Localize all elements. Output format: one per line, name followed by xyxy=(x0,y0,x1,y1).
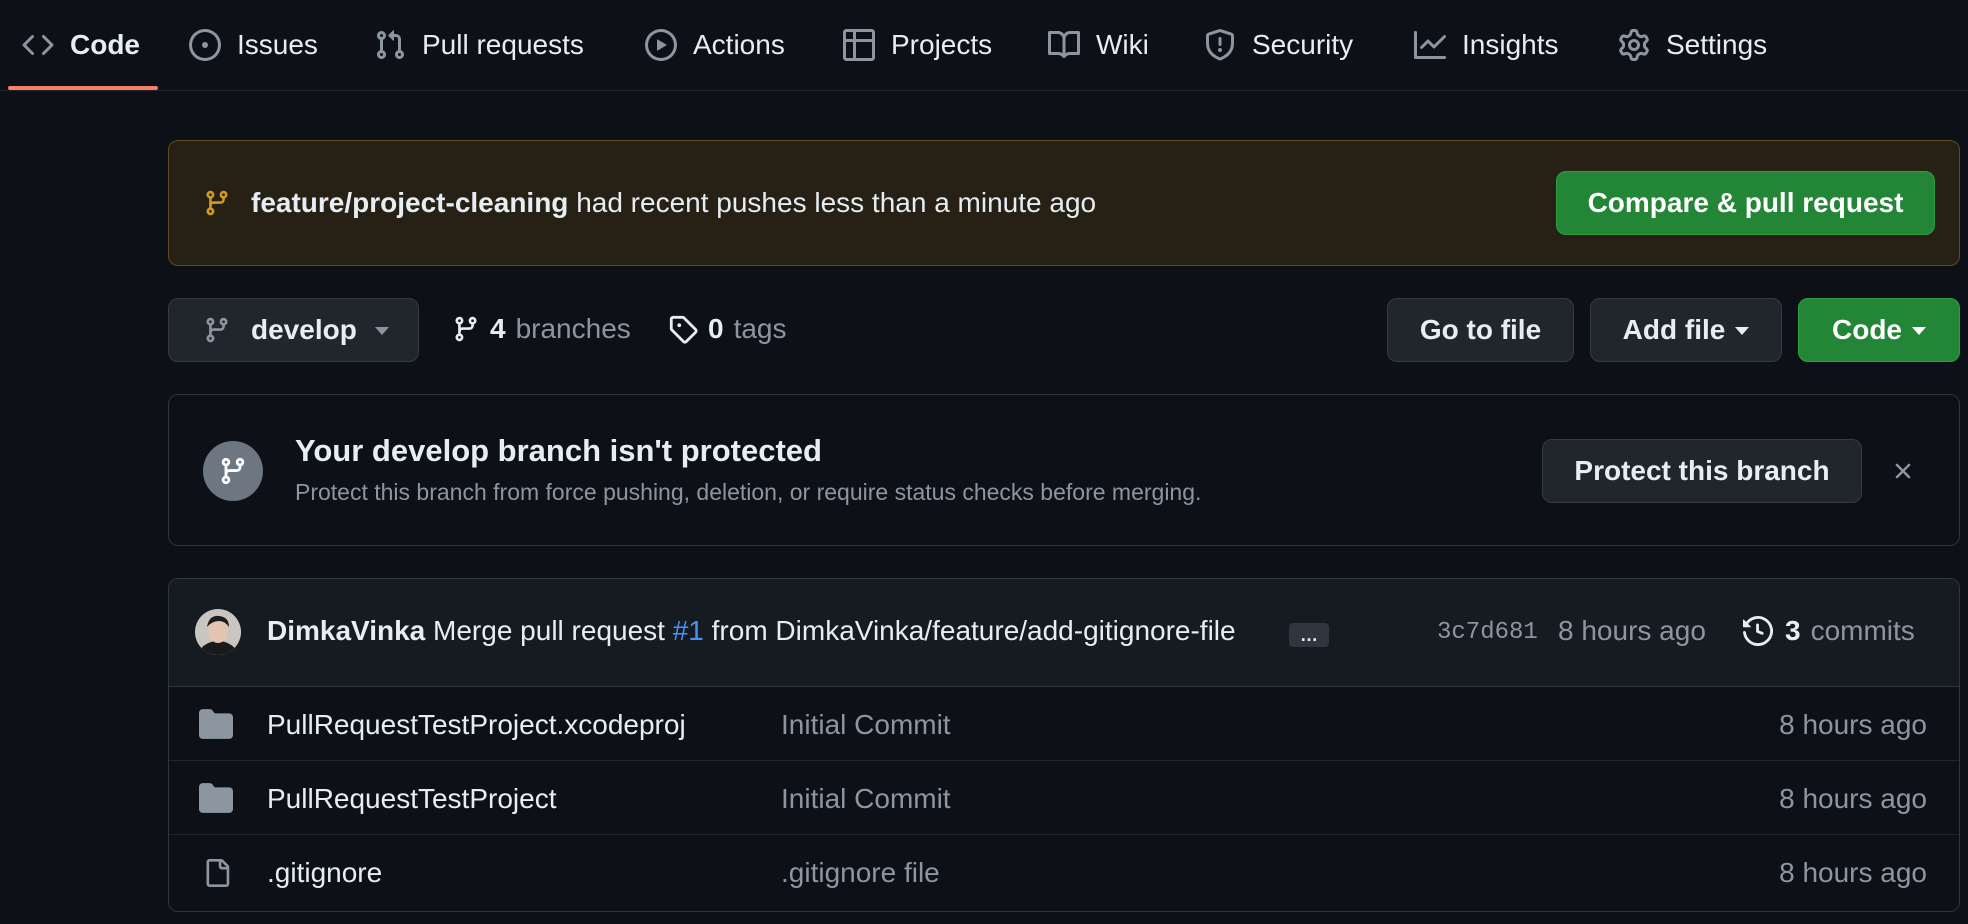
tab-insights[interactable]: Insights xyxy=(1414,0,1559,89)
git-pull-request-icon xyxy=(374,29,406,61)
add-file-button[interactable]: Add file xyxy=(1590,298,1782,362)
branch-count: 4 xyxy=(490,313,506,344)
go-to-file-button[interactable]: Go to file xyxy=(1387,298,1574,362)
commit-author[interactable]: DimkaVinka xyxy=(267,615,425,646)
recent-push-message: feature/project-cleaning had recent push… xyxy=(251,185,1096,221)
chevron-down-icon xyxy=(374,327,389,335)
latest-commit-message: DimkaVinka Merge pull request #1 from Di… xyxy=(267,613,1236,649)
tab-label: Issues xyxy=(237,28,318,60)
current-branch-name: develop xyxy=(251,314,357,345)
code-dropdown-button[interactable]: Code xyxy=(1798,298,1960,362)
protection-title: Your develop branch isn't protected xyxy=(295,433,822,468)
tab-label: Projects xyxy=(891,28,993,60)
file-commit-message[interactable]: .gitignore file xyxy=(781,855,940,891)
ellipsis-label: … xyxy=(1300,625,1318,645)
compare-pull-request-label: Compare & pull request xyxy=(1587,187,1904,218)
go-to-file-label: Go to file xyxy=(1419,314,1542,345)
issue-opened-icon xyxy=(189,28,221,61)
selected-tab-underline xyxy=(8,86,158,90)
commit-time: 8 hours ago xyxy=(1558,615,1706,646)
add-file-label: Add file xyxy=(1622,314,1726,345)
branch-protection-notice: Your develop branch isn't protected Prot… xyxy=(168,394,1960,546)
file-age: 8 hours ago xyxy=(1779,709,1927,740)
file-name[interactable]: PullRequestTestProject.xcodeproj xyxy=(267,707,686,743)
git-branch-icon xyxy=(452,315,480,343)
close-icon[interactable] xyxy=(1890,458,1916,484)
tab-actions[interactable]: Actions xyxy=(645,0,785,89)
gear-icon xyxy=(1618,28,1650,61)
table-row[interactable]: PullRequestTestProject Initial Commit 8 … xyxy=(169,761,1959,835)
table-row[interactable]: PullRequestTestProject.xcodeproj Initial… xyxy=(169,687,1959,761)
file-name[interactable]: .gitignore xyxy=(267,855,382,891)
protection-description: Protect this branch from force pushing, … xyxy=(295,479,1202,505)
tab-wiki[interactable]: Wiki xyxy=(1048,0,1149,89)
tab-pull-requests[interactable]: Pull requests xyxy=(374,0,584,89)
file-table: DimkaVinka Merge pull request #1 from Di… xyxy=(168,578,1960,912)
protect-branch-button[interactable]: Protect this branch xyxy=(1542,439,1862,503)
tab-label: Wiki xyxy=(1096,28,1149,60)
git-branch-icon xyxy=(203,441,263,501)
tab-label: Insights xyxy=(1462,28,1559,60)
expand-commit-message-button[interactable]: … xyxy=(1289,623,1329,647)
commit-sha[interactable]: 3c7d681 xyxy=(1437,619,1538,646)
commit-message-prefix[interactable]: Merge pull request xyxy=(433,615,665,646)
file-commit-message[interactable]: Initial Commit xyxy=(781,781,951,817)
tags-link[interactable]: 0 tags xyxy=(668,311,787,347)
commit-label: commits xyxy=(1810,615,1915,646)
graph-icon xyxy=(1414,29,1446,61)
push-description: had recent pushes less than a minute ago xyxy=(576,187,1097,218)
compare-pull-request-button[interactable]: Compare & pull request xyxy=(1556,171,1935,235)
branch-label: branches xyxy=(515,313,631,344)
branches-link[interactable]: 4 branches xyxy=(452,311,631,347)
tab-label: Security xyxy=(1252,28,1354,60)
tab-projects[interactable]: Projects xyxy=(843,0,992,89)
folder-icon xyxy=(199,709,233,739)
table-row[interactable]: .gitignore .gitignore file 8 hours ago xyxy=(169,835,1959,909)
branch-select-button[interactable]: develop xyxy=(168,298,419,362)
tab-settings[interactable]: Settings xyxy=(1618,0,1767,89)
protect-branch-label: Protect this branch xyxy=(1574,455,1830,486)
commit-count: 3 xyxy=(1785,615,1801,646)
folder-icon xyxy=(199,783,233,813)
latest-commit-header: DimkaVinka Merge pull request #1 from Di… xyxy=(169,579,1959,687)
chevron-down-icon xyxy=(1735,327,1750,335)
tab-issues[interactable]: Issues xyxy=(189,0,318,89)
play-icon xyxy=(645,28,677,61)
file-icon xyxy=(203,857,231,889)
shield-icon xyxy=(1204,28,1236,61)
git-branch-icon xyxy=(203,316,231,344)
tag-icon xyxy=(668,314,698,344)
git-branch-icon xyxy=(203,189,231,217)
file-age: 8 hours ago xyxy=(1779,783,1927,814)
commit-history-link[interactable]: 3 commits xyxy=(1743,613,1915,649)
file-age: 8 hours ago xyxy=(1779,857,1927,888)
tab-label: Settings xyxy=(1666,28,1768,60)
tab-code[interactable]: Code xyxy=(22,0,140,89)
tab-security[interactable]: Security xyxy=(1204,0,1353,89)
tag-count: 0 xyxy=(708,313,724,344)
tag-label: tags xyxy=(733,313,787,344)
commit-message-suffix[interactable]: from DimkaVinka/feature/add-gitignore-fi… xyxy=(712,615,1236,646)
avatar[interactable] xyxy=(195,609,241,655)
pr-link[interactable]: #1 xyxy=(673,615,704,646)
history-icon xyxy=(1743,616,1773,646)
file-name[interactable]: PullRequestTestProject xyxy=(267,781,556,817)
table-icon xyxy=(843,28,875,61)
book-icon xyxy=(1048,29,1080,61)
file-commit-message[interactable]: Initial Commit xyxy=(781,707,951,743)
repo-nav: Code Issues Pull requests Actions Projec… xyxy=(0,0,1968,91)
tab-label: Actions xyxy=(693,28,785,60)
recent-push-banner: feature/project-cleaning had recent push… xyxy=(168,140,1960,266)
chevron-down-icon xyxy=(1912,327,1926,335)
tab-label: Code xyxy=(70,28,140,60)
pushed-branch-name[interactable]: feature/project-cleaning xyxy=(251,187,568,218)
code-icon xyxy=(22,29,54,61)
tab-label: Pull requests xyxy=(422,28,584,60)
code-button-label: Code xyxy=(1832,314,1902,345)
